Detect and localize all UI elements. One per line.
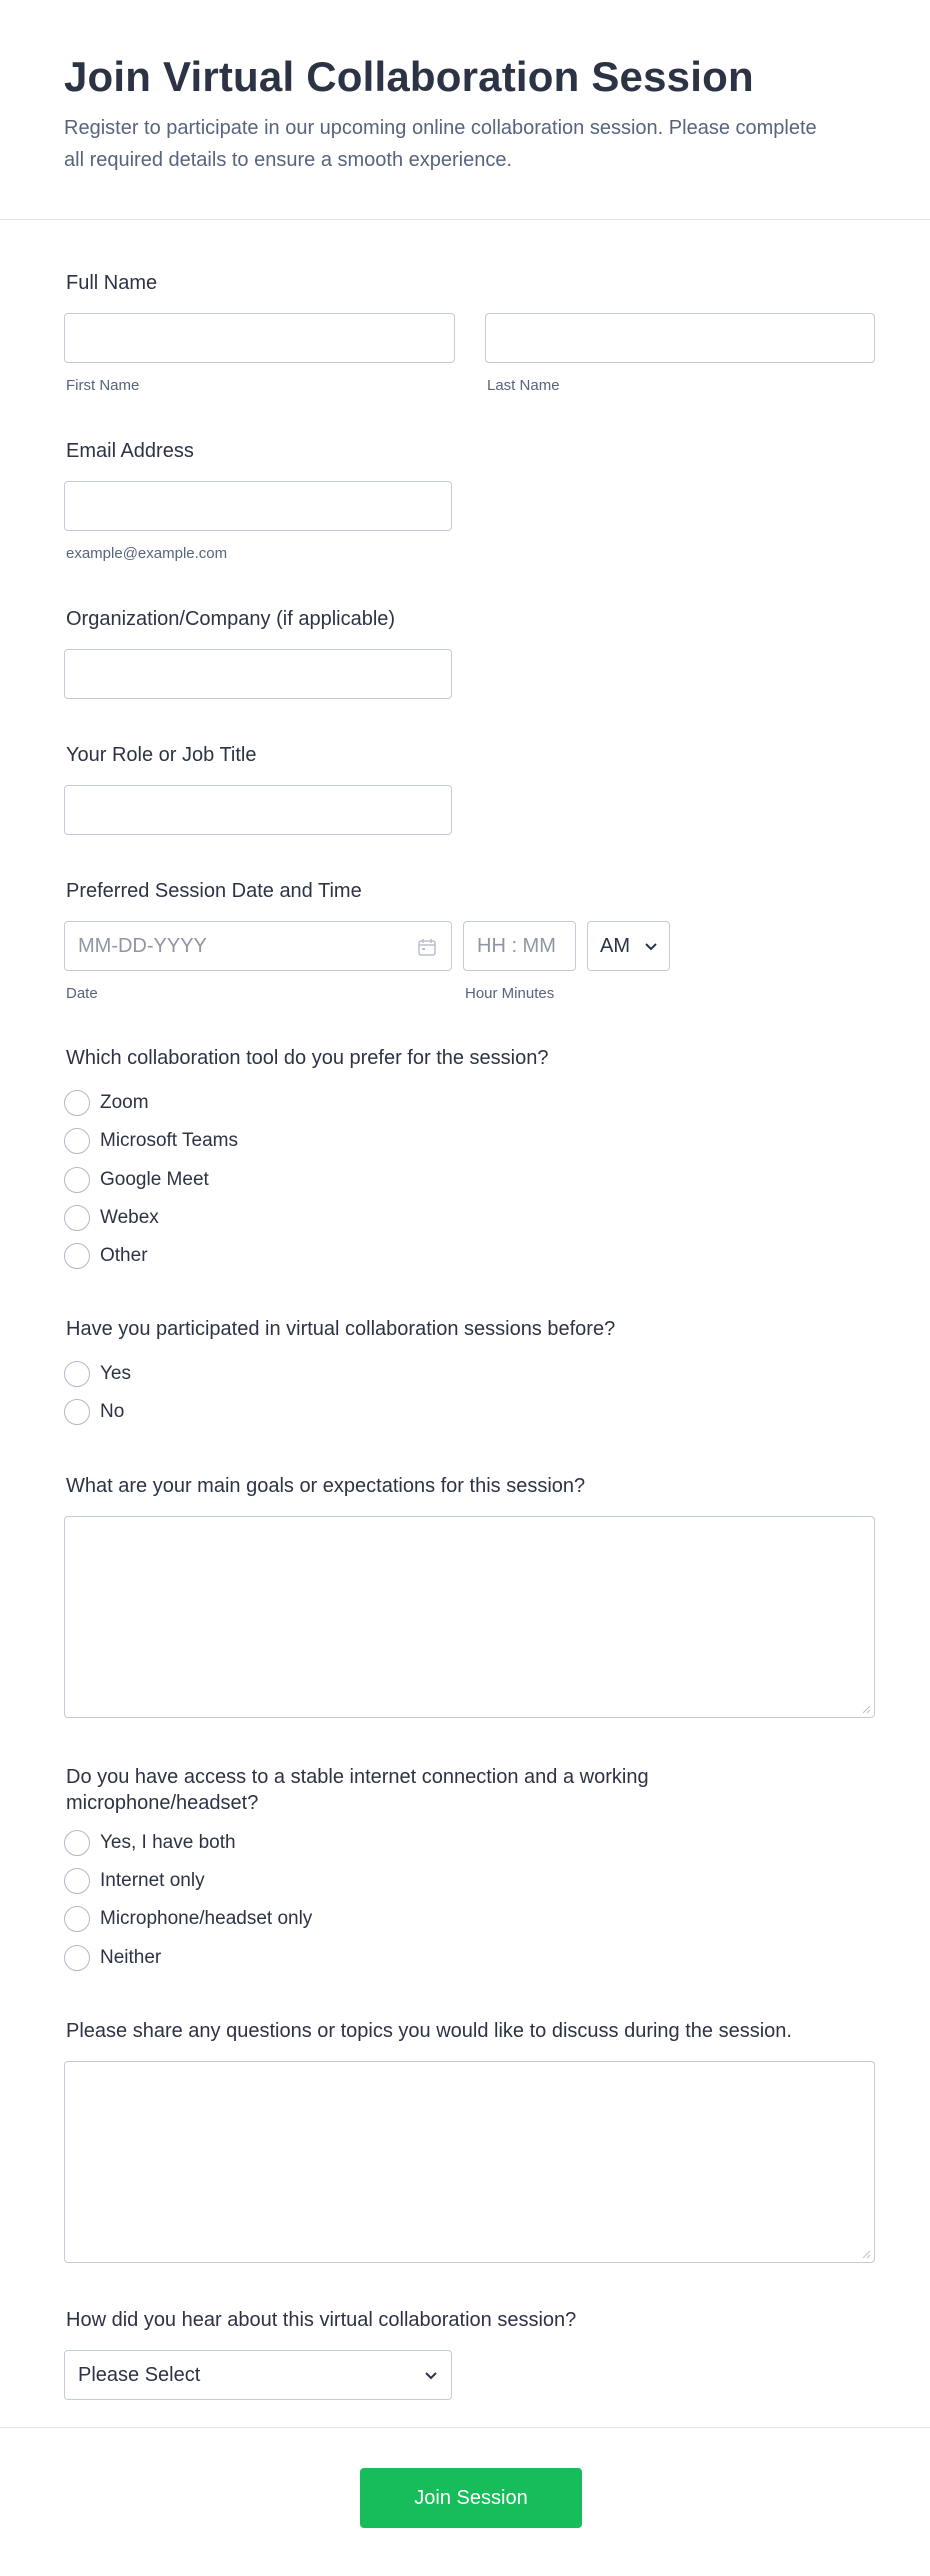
connection-label-line1: Do you have access to a stable internet … bbox=[66, 1766, 649, 1788]
radio-button[interactable] bbox=[64, 1945, 90, 1971]
time-placeholder: HH : MM bbox=[477, 935, 556, 957]
heard-selected-value: Please Select bbox=[78, 2364, 201, 2386]
participated-label: Have you participated in virtual collabo… bbox=[66, 1318, 616, 1340]
form-footer: Join Session bbox=[0, 2427, 930, 2576]
calendar-icon[interactable] bbox=[417, 937, 437, 957]
radio-button[interactable] bbox=[64, 1868, 90, 1894]
radio-button[interactable] bbox=[64, 1399, 90, 1425]
date-input[interactable]: MM-DD-YYYY bbox=[64, 921, 452, 971]
time-input[interactable]: HH : MM bbox=[463, 921, 576, 971]
radio-label: Microsoft Teams bbox=[100, 1130, 238, 1151]
radio-label: Microphone/headset only bbox=[100, 1908, 313, 1929]
page-title: Join Virtual Collaboration Session bbox=[64, 53, 754, 100]
participated-option-no[interactable]: No bbox=[64, 1398, 124, 1426]
role-label: Your Role or Job Title bbox=[66, 744, 257, 766]
radio-button[interactable] bbox=[64, 1361, 90, 1387]
form-header: Join Virtual Collaboration Session Regis… bbox=[0, 0, 930, 220]
radio-label: Yes bbox=[100, 1363, 131, 1384]
tool-option-other[interactable]: Other bbox=[64, 1242, 148, 1270]
chevron-down-icon bbox=[425, 2372, 437, 2380]
radio-button[interactable] bbox=[64, 1906, 90, 1932]
tool-label: Which collaboration tool do you prefer f… bbox=[66, 1047, 549, 1069]
tool-option-google-meet[interactable]: Google Meet bbox=[64, 1166, 209, 1194]
join-session-button[interactable]: Join Session bbox=[360, 2468, 582, 2528]
first-name-sublabel: First Name bbox=[66, 377, 140, 394]
chevron-down-icon bbox=[645, 943, 657, 951]
radio-label: Google Meet bbox=[100, 1169, 209, 1190]
last-name-sublabel: Last Name bbox=[487, 377, 560, 394]
organization-input[interactable] bbox=[64, 649, 452, 699]
radio-button[interactable] bbox=[64, 1243, 90, 1269]
radio-label: Yes, I have both bbox=[100, 1832, 236, 1853]
ampm-value: AM bbox=[600, 935, 630, 957]
radio-button[interactable] bbox=[64, 1205, 90, 1231]
email-input[interactable] bbox=[64, 481, 452, 531]
date-sublabel: Date bbox=[66, 985, 98, 1002]
radio-label: Webex bbox=[100, 1207, 159, 1228]
topics-textarea[interactable] bbox=[64, 2061, 875, 2263]
radio-label: No bbox=[100, 1401, 125, 1422]
radio-button[interactable] bbox=[64, 1830, 90, 1856]
ampm-select[interactable]: AM bbox=[587, 921, 670, 971]
connection-option-internet-only[interactable]: Internet only bbox=[64, 1867, 205, 1895]
full-name-label: Full Name bbox=[66, 272, 158, 294]
radio-label: Other bbox=[100, 1245, 148, 1266]
radio-button[interactable] bbox=[64, 1167, 90, 1193]
heard-select[interactable]: Please Select bbox=[64, 2350, 452, 2400]
goals-textarea[interactable] bbox=[64, 1516, 875, 1718]
organization-label: Organization/Company (if applicable) bbox=[66, 608, 396, 630]
connection-option-both[interactable]: Yes, I have both bbox=[64, 1829, 236, 1857]
resize-grip-icon[interactable] bbox=[861, 1704, 871, 1714]
connection-label-line2: microphone/headset? bbox=[66, 1792, 259, 1814]
last-name-input[interactable] bbox=[485, 313, 875, 363]
email-sublabel: example@example.com bbox=[66, 545, 228, 562]
role-input[interactable] bbox=[64, 785, 452, 835]
first-name-input[interactable] bbox=[64, 313, 455, 363]
email-label: Email Address bbox=[66, 440, 194, 462]
tool-option-microsoft-teams[interactable]: Microsoft Teams bbox=[64, 1127, 238, 1155]
connection-option-microphone-only[interactable]: Microphone/headset only bbox=[64, 1905, 312, 1933]
radio-button[interactable] bbox=[64, 1128, 90, 1154]
resize-grip-icon[interactable] bbox=[861, 2249, 871, 2259]
radio-label: Zoom bbox=[100, 1092, 149, 1113]
topics-label: Please share any questions or topics you… bbox=[66, 2020, 792, 2042]
session-datetime-label: Preferred Session Date and Time bbox=[66, 880, 362, 902]
page-description: Register to participate in our upcoming … bbox=[64, 117, 817, 171]
tool-option-webex[interactable]: Webex bbox=[64, 1204, 159, 1232]
date-placeholder: MM-DD-YYYY bbox=[78, 935, 207, 957]
tool-option-zoom[interactable]: Zoom bbox=[64, 1089, 149, 1117]
radio-label: Neither bbox=[100, 1947, 162, 1968]
goals-label: What are your main goals or expectations… bbox=[66, 1475, 586, 1497]
connection-option-neither[interactable]: Neither bbox=[64, 1944, 161, 1972]
connection-label: Do you have access to a stable internet … bbox=[66, 1764, 649, 1816]
participated-option-yes[interactable]: Yes bbox=[64, 1360, 131, 1388]
time-sublabel: Hour Minutes bbox=[465, 985, 555, 1002]
heard-label: How did you hear about this virtual coll… bbox=[66, 2309, 577, 2331]
radio-button[interactable] bbox=[64, 1090, 90, 1116]
radio-label: Internet only bbox=[100, 1870, 205, 1891]
